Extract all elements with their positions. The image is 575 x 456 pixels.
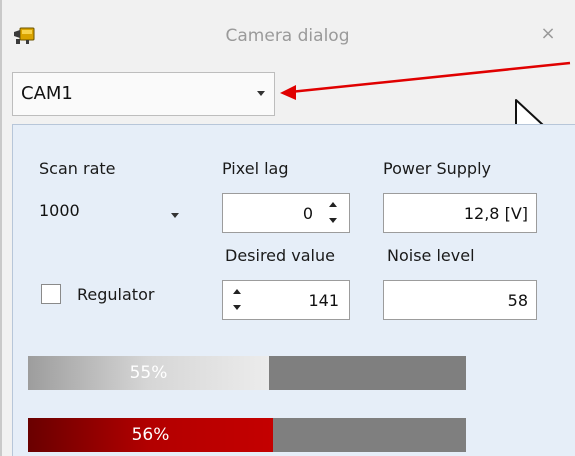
desired-value-spinner[interactable]	[231, 283, 245, 317]
pixel-lag-label: Pixel lag	[222, 159, 289, 178]
power-supply-field[interactable]: 12,8 [V]	[383, 193, 537, 233]
noise-level-field[interactable]: 58	[383, 280, 537, 320]
camera-dialog-window: Camera dialog × CAM1 Scan rate Pixel lag…	[0, 0, 575, 456]
chevron-down-icon[interactable]	[257, 91, 265, 96]
regulator-label: Regulator	[77, 285, 155, 304]
desired-value-stepper[interactable]: 141	[222, 280, 350, 320]
power-supply-value: 12,8 [V]	[463, 204, 528, 223]
spinner-down-icon[interactable]	[233, 305, 241, 310]
spinner-up-icon[interactable]	[233, 289, 241, 294]
progress-bar-2-label: 56%	[131, 425, 170, 445]
progress-bar-1-label: 55%	[129, 363, 168, 383]
scan-rate-value: 1000	[39, 201, 80, 220]
noise-level-value: 58	[507, 291, 528, 310]
regulator-checkbox[interactable]	[41, 284, 61, 304]
window-title: Camera dialog	[225, 26, 350, 46]
scan-rate-label: Scan rate	[39, 159, 116, 178]
pixel-lag-value: 0	[302, 204, 313, 223]
camera-select[interactable]: CAM1	[12, 72, 275, 116]
scan-rate-select[interactable]: 1000	[35, 193, 189, 233]
settings-panel: Scan rate Pixel lag Power Supply 1000 0 …	[12, 124, 575, 456]
camera-select-value: CAM1	[21, 83, 73, 104]
desired-value-label: Desired value	[225, 246, 335, 265]
spinner-down-icon[interactable]	[329, 218, 337, 223]
power-supply-label: Power Supply	[383, 159, 491, 178]
spinner-up-icon[interactable]	[329, 202, 337, 207]
chevron-down-icon[interactable]	[171, 213, 179, 218]
window-frame-left	[0, 0, 2, 456]
noise-level-label: Noise level	[387, 246, 475, 265]
pixel-lag-stepper[interactable]: 0	[222, 193, 350, 233]
close-icon[interactable]: ×	[536, 22, 560, 46]
progress-bar-2: 56%	[28, 418, 466, 452]
pixel-lag-spinner[interactable]	[327, 196, 341, 230]
desired-value-value: 141	[308, 291, 339, 310]
progress-bar-1: 55%	[28, 356, 466, 390]
